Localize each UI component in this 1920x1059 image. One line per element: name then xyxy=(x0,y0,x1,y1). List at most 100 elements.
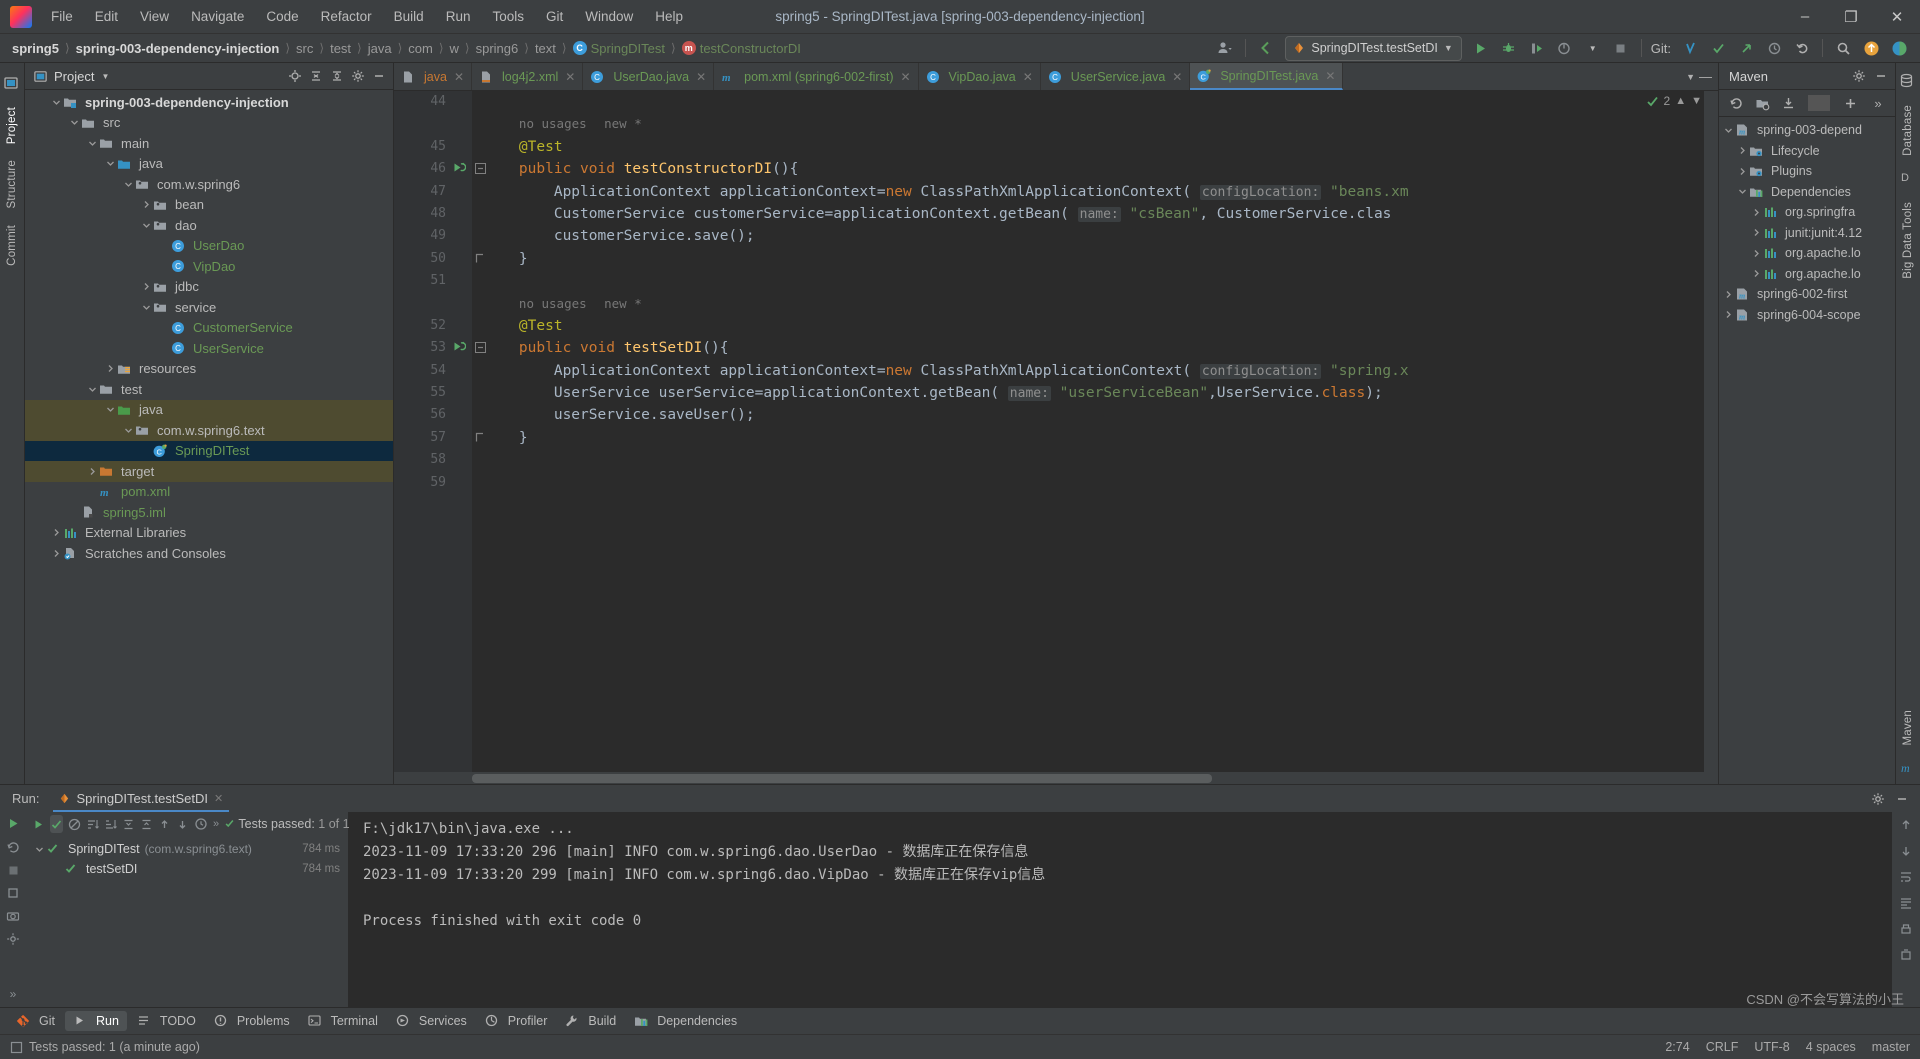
run-configuration-selector[interactable]: SpringDITest.testSetDI ▼ xyxy=(1285,35,1462,61)
more-icon[interactable]: » xyxy=(1867,93,1889,113)
maven-tree-item[interactable]: m spring6-002-first xyxy=(1719,284,1895,305)
breadcrumb-item-4[interactable]: java xyxy=(366,41,394,56)
project-tree-item[interactable]: C SpringDITest xyxy=(25,440,393,461)
maven-tree-item[interactable]: Plugins xyxy=(1719,161,1895,182)
project-tree-item[interactable]: target xyxy=(25,461,393,482)
gutter-line[interactable]: 44 xyxy=(394,91,472,113)
gutter-line[interactable]: 52 xyxy=(394,315,472,337)
user-profile-icon[interactable] xyxy=(1212,36,1238,60)
editor-tab-close-icon[interactable]: ✕ xyxy=(1325,69,1335,83)
gutter-line[interactable]: 54 xyxy=(394,360,472,382)
test-tree-item[interactable]: SpringDITest (com.w.spring6.text) 784 ms xyxy=(26,839,348,859)
close-icon[interactable]: ✕ xyxy=(214,792,223,805)
chevron-down-icon[interactable] xyxy=(103,403,117,417)
editor-tab[interactable]: C VipDao.java ✕ xyxy=(919,63,1041,90)
history-icon[interactable] xyxy=(194,815,208,833)
bottom-tool-git[interactable]: Git xyxy=(8,1011,63,1031)
project-tree-item[interactable]: com.w.spring6 xyxy=(25,174,393,195)
maximize-button[interactable]: ❐ xyxy=(1828,0,1874,33)
add-maven-project-icon[interactable] xyxy=(1751,93,1773,113)
run-test-icon[interactable] xyxy=(452,340,466,354)
git-update-icon[interactable] xyxy=(1677,36,1703,60)
code-line[interactable]: no usages new * xyxy=(484,293,1718,315)
expand-all-icon[interactable] xyxy=(306,66,326,86)
gutter-line[interactable]: 58 xyxy=(394,449,472,471)
chevron-down-icon[interactable]: ▼ xyxy=(1580,36,1606,60)
code-editor[interactable]: 44 45 46 47 48 49 50 51 52 53 54 55 56 57 58 59 no usag… xyxy=(394,91,1718,784)
chevron-down-icon[interactable]: ▼ xyxy=(1686,72,1695,82)
maven-icon[interactable]: m xyxy=(1899,760,1917,778)
stop-icon[interactable] xyxy=(7,864,20,877)
chevron-down-icon[interactable] xyxy=(121,177,135,191)
chevron-down-icon[interactable] xyxy=(1735,185,1749,199)
editor-tab-close-icon[interactable]: ✕ xyxy=(1172,70,1182,84)
reload-icon[interactable] xyxy=(1725,93,1747,113)
run-tab[interactable]: SpringDITest.testSetDI ✕ xyxy=(53,785,229,812)
breadcrumb-item-1[interactable]: spring-003-dependency-injection xyxy=(74,41,282,56)
project-tree-item[interactable]: bean xyxy=(25,195,393,216)
project-tree-item[interactable]: C UserDao xyxy=(25,236,393,257)
rerun-icon[interactable] xyxy=(6,816,21,831)
editor-tab[interactable]: log4j2.xml ✕ xyxy=(472,63,584,90)
menu-edit[interactable]: Edit xyxy=(84,5,129,28)
scroll-end-icon[interactable] xyxy=(1899,896,1913,910)
chevron-right-icon[interactable] xyxy=(1735,144,1749,158)
bottom-tool-run[interactable]: Run xyxy=(64,1011,127,1031)
chevron-right-icon[interactable] xyxy=(1749,226,1763,240)
chevron-right-icon[interactable] xyxy=(85,464,99,478)
editor-code[interactable]: no usages new * @Test public void testCo… xyxy=(472,91,1718,784)
menu-code[interactable]: Code xyxy=(255,5,309,28)
chevron-right-icon[interactable] xyxy=(1749,267,1763,281)
maven-tree[interactable]: m spring-003-depend Lifecycle Plugins Depend… xyxy=(1719,117,1895,784)
menu-view[interactable]: View xyxy=(129,5,180,28)
breadcrumb-item-10[interactable]: m testConstructorDI xyxy=(680,41,803,56)
menu-run[interactable]: Run xyxy=(435,5,482,28)
collapse-all-icon[interactable] xyxy=(327,66,347,86)
project-tree-item[interactable]: java xyxy=(25,399,393,420)
chevron-right-icon[interactable] xyxy=(1735,164,1749,178)
git-history-icon[interactable] xyxy=(1761,36,1787,60)
console-output[interactable]: F:\jdk17\bin\java.exe ... 2023-11-09 17:3… xyxy=(349,812,1892,1007)
gutter-line[interactable]: 47 xyxy=(394,181,472,203)
expand-all-icon[interactable] xyxy=(122,815,135,833)
settings-icon[interactable] xyxy=(1849,66,1869,86)
bottom-tool-todo[interactable]: TODO xyxy=(129,1011,204,1031)
code-line[interactable]: no usages new * xyxy=(484,113,1718,135)
code-line[interactable] xyxy=(484,91,1718,113)
code-line[interactable]: public void testConstructorDI(){ xyxy=(484,158,1718,180)
maven-tree-item[interactable]: Lifecycle xyxy=(1719,141,1895,162)
close-button[interactable]: ✕ xyxy=(1874,0,1920,33)
code-line[interactable]: ApplicationContext applicationContext=ne… xyxy=(484,360,1718,382)
chevron-down-icon[interactable] xyxy=(121,423,135,437)
code-line[interactable]: @Test xyxy=(484,136,1718,158)
editor-tab[interactable]: java ✕ xyxy=(394,63,472,90)
debug-button[interactable] xyxy=(1496,36,1522,60)
editor-tab-bar[interactable]: java ✕ log4j2.xml ✕ C UserDao.java ✕ m pom.xml (… xyxy=(394,63,1718,91)
editor-tab-close-icon[interactable]: ✕ xyxy=(454,70,464,84)
code-line[interactable]: customerService.save(); xyxy=(484,225,1718,247)
project-tree-item[interactable]: jdbc xyxy=(25,277,393,298)
more-icon[interactable]: » xyxy=(213,815,219,833)
gutter-line[interactable]: 51 xyxy=(394,270,472,292)
gutter-line[interactable]: 45 xyxy=(394,136,472,158)
menu-tools[interactable]: Tools xyxy=(481,5,535,28)
chevron-down-icon[interactable] xyxy=(103,157,117,171)
ide-icon[interactable] xyxy=(1886,36,1912,60)
project-tool-icon[interactable] xyxy=(3,75,21,93)
inspection-widget[interactable]: 2 ▲ ▼ xyxy=(1646,94,1702,108)
chevron-right-icon[interactable] xyxy=(139,198,153,212)
more-icon[interactable]: » xyxy=(10,986,17,1001)
sort-alpha-icon[interactable] xyxy=(86,815,99,833)
menu-window[interactable]: Window xyxy=(574,5,644,28)
hide-icon[interactable]: — xyxy=(1699,69,1712,84)
menu-navigate[interactable]: Navigate xyxy=(180,5,255,28)
project-tree-item[interactable]: m pom.xml xyxy=(25,482,393,503)
gutter-line[interactable]: 56 xyxy=(394,404,472,426)
maven-tree-item[interactable]: m spring-003-depend xyxy=(1719,120,1895,141)
breadcrumb-item-6[interactable]: w xyxy=(448,41,461,56)
test-tree-item[interactable]: testSetDI 784 ms xyxy=(26,859,348,879)
code-line[interactable] xyxy=(484,270,1718,292)
show-passed-icon[interactable] xyxy=(50,815,63,833)
next-icon[interactable] xyxy=(176,815,189,833)
chevron-down-icon[interactable] xyxy=(1721,123,1735,137)
